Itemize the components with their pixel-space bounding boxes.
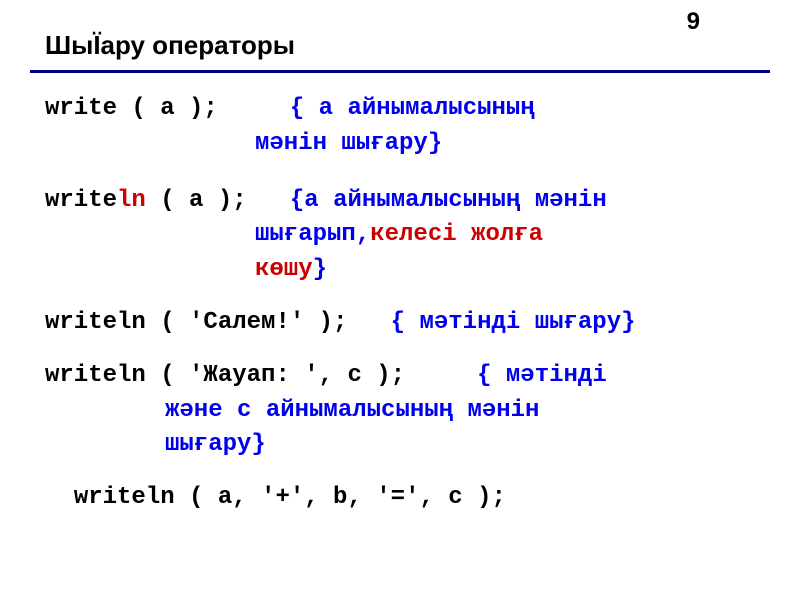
comment-emphasis: келесі жолға xyxy=(370,221,543,248)
code-text: writeln ( 'Салем!' ); xyxy=(45,309,347,336)
code-block-5: writeln ( a, '+', b, '=', c ); xyxy=(45,481,765,516)
comment-emphasis: көшу xyxy=(255,256,313,283)
code-keyword: ln xyxy=(117,187,146,214)
code-text: write xyxy=(45,187,117,214)
code-content: write ( a ); { a айнымалысының мәнін шығ… xyxy=(45,92,765,534)
comment-text: { a айнымалысының xyxy=(290,95,535,122)
code-text: writeln ( 'Жауап: ', c ); xyxy=(45,362,405,389)
code-text: writeln ( a, '+', b, '=', c ); xyxy=(74,484,506,511)
page-title: ШыЇару операторы xyxy=(45,30,295,61)
comment-text: { мәтінді xyxy=(477,362,607,389)
code-block-3: writeln ( 'Салем!' ); { мәтінді шығару} xyxy=(45,306,765,341)
comment-text: мәнін шығару} xyxy=(255,127,765,162)
comment-text: шығарып, xyxy=(255,221,370,248)
comment-text: { мәтінді шығару} xyxy=(391,309,636,336)
comment-text: шығару} xyxy=(165,428,765,463)
code-text: write ( a ); xyxy=(45,95,218,122)
comment-text: және c айнымалысының мәнін xyxy=(165,394,765,429)
code-block-4: writeln ( 'Жауап: ', c ); { мәтінді және… xyxy=(45,359,765,463)
title-divider xyxy=(30,70,770,73)
comment-text: } xyxy=(313,256,327,283)
code-text: ( a ); xyxy=(146,187,247,214)
code-block-1: write ( a ); { a айнымалысының мәнін шығ… xyxy=(45,92,765,162)
page-number: 9 xyxy=(687,8,700,36)
comment-text: {a айнымалысының мәнін xyxy=(290,187,607,214)
code-block-2: writeln ( a ); {a айнымалысының мәнін шы… xyxy=(45,184,765,288)
